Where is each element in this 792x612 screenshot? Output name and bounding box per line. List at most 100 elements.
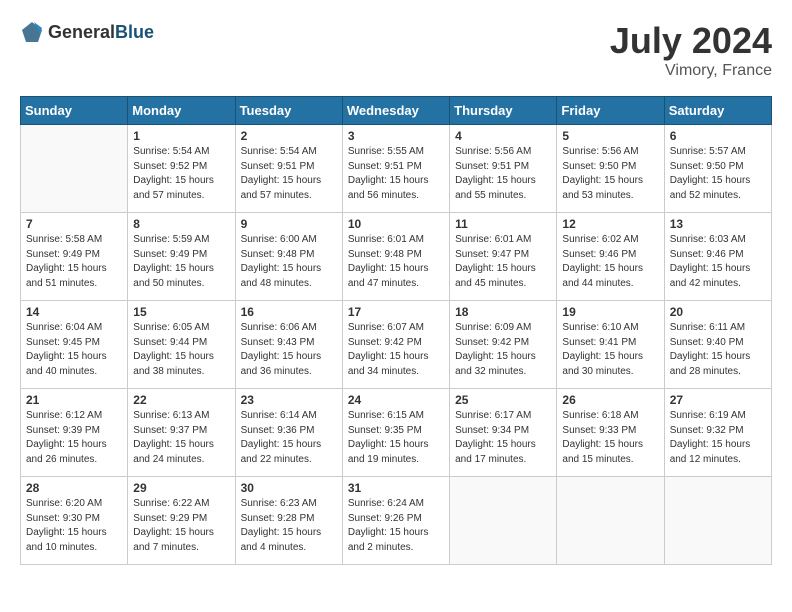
day-info: Sunrise: 6:19 AM Sunset: 9:32 PM Dayligh…	[670, 409, 766, 467]
weekday-header: Tuesday	[235, 97, 342, 125]
day-info: Sunrise: 6:05 AM Sunset: 9:44 PM Dayligh…	[133, 321, 229, 379]
day-number: 1	[133, 129, 229, 143]
calendar-cell	[557, 477, 664, 565]
day-number: 27	[670, 393, 766, 407]
day-info: Sunrise: 5:57 AM Sunset: 9:50 PM Dayligh…	[670, 145, 766, 203]
day-info: Sunrise: 6:06 AM Sunset: 9:43 PM Dayligh…	[241, 321, 337, 379]
day-number: 25	[455, 393, 551, 407]
day-info: Sunrise: 6:24 AM Sunset: 9:26 PM Dayligh…	[348, 497, 444, 555]
day-info: Sunrise: 5:54 AM Sunset: 9:52 PM Dayligh…	[133, 145, 229, 203]
logo: GeneralBlue	[20, 20, 154, 44]
calendar-week-row: 7 Sunrise: 5:58 AM Sunset: 9:49 PM Dayli…	[21, 213, 772, 301]
calendar-cell: 10 Sunrise: 6:01 AM Sunset: 9:48 PM Dayl…	[342, 213, 449, 301]
day-number: 7	[26, 217, 122, 231]
day-info: Sunrise: 6:18 AM Sunset: 9:33 PM Dayligh…	[562, 409, 658, 467]
calendar-cell: 23 Sunrise: 6:14 AM Sunset: 9:36 PM Dayl…	[235, 389, 342, 477]
day-number: 15	[133, 305, 229, 319]
calendar-cell: 1 Sunrise: 5:54 AM Sunset: 9:52 PM Dayli…	[128, 125, 235, 213]
weekday-header: Friday	[557, 97, 664, 125]
day-info: Sunrise: 6:07 AM Sunset: 9:42 PM Dayligh…	[348, 321, 444, 379]
day-info: Sunrise: 6:00 AM Sunset: 9:48 PM Dayligh…	[241, 233, 337, 291]
day-number: 8	[133, 217, 229, 231]
calendar-week-row: 21 Sunrise: 6:12 AM Sunset: 9:39 PM Dayl…	[21, 389, 772, 477]
calendar-cell: 11 Sunrise: 6:01 AM Sunset: 9:47 PM Dayl…	[450, 213, 557, 301]
calendar-week-row: 28 Sunrise: 6:20 AM Sunset: 9:30 PM Dayl…	[21, 477, 772, 565]
day-number: 26	[562, 393, 658, 407]
day-number: 2	[241, 129, 337, 143]
calendar-cell	[450, 477, 557, 565]
weekday-header: Saturday	[664, 97, 771, 125]
calendar-cell: 7 Sunrise: 5:58 AM Sunset: 9:49 PM Dayli…	[21, 213, 128, 301]
day-number: 5	[562, 129, 658, 143]
calendar-cell: 29 Sunrise: 6:22 AM Sunset: 9:29 PM Dayl…	[128, 477, 235, 565]
calendar-cell: 19 Sunrise: 6:10 AM Sunset: 9:41 PM Dayl…	[557, 301, 664, 389]
calendar-cell: 27 Sunrise: 6:19 AM Sunset: 9:32 PM Dayl…	[664, 389, 771, 477]
day-number: 22	[133, 393, 229, 407]
calendar-cell: 18 Sunrise: 6:09 AM Sunset: 9:42 PM Dayl…	[450, 301, 557, 389]
calendar-table: SundayMondayTuesdayWednesdayThursdayFrid…	[20, 96, 772, 565]
day-number: 19	[562, 305, 658, 319]
logo-blue: Blue	[115, 22, 154, 42]
day-number: 14	[26, 305, 122, 319]
weekday-header: Wednesday	[342, 97, 449, 125]
day-number: 30	[241, 481, 337, 495]
day-info: Sunrise: 6:09 AM Sunset: 9:42 PM Dayligh…	[455, 321, 551, 379]
day-info: Sunrise: 5:54 AM Sunset: 9:51 PM Dayligh…	[241, 145, 337, 203]
day-number: 10	[348, 217, 444, 231]
calendar-cell: 21 Sunrise: 6:12 AM Sunset: 9:39 PM Dayl…	[21, 389, 128, 477]
day-number: 16	[241, 305, 337, 319]
day-info: Sunrise: 5:56 AM Sunset: 9:50 PM Dayligh…	[562, 145, 658, 203]
calendar-cell: 9 Sunrise: 6:00 AM Sunset: 9:48 PM Dayli…	[235, 213, 342, 301]
logo-general: General	[48, 22, 115, 42]
calendar-cell: 4 Sunrise: 5:56 AM Sunset: 9:51 PM Dayli…	[450, 125, 557, 213]
day-number: 21	[26, 393, 122, 407]
day-number: 3	[348, 129, 444, 143]
day-info: Sunrise: 5:56 AM Sunset: 9:51 PM Dayligh…	[455, 145, 551, 203]
day-number: 20	[670, 305, 766, 319]
calendar-cell: 12 Sunrise: 6:02 AM Sunset: 9:46 PM Dayl…	[557, 213, 664, 301]
title-block: July 2024 Vimory, France	[610, 20, 772, 80]
weekday-header-row: SundayMondayTuesdayWednesdayThursdayFrid…	[21, 97, 772, 125]
day-info: Sunrise: 6:04 AM Sunset: 9:45 PM Dayligh…	[26, 321, 122, 379]
day-info: Sunrise: 6:02 AM Sunset: 9:46 PM Dayligh…	[562, 233, 658, 291]
calendar-cell: 30 Sunrise: 6:23 AM Sunset: 9:28 PM Dayl…	[235, 477, 342, 565]
day-info: Sunrise: 5:58 AM Sunset: 9:49 PM Dayligh…	[26, 233, 122, 291]
calendar-cell: 17 Sunrise: 6:07 AM Sunset: 9:42 PM Dayl…	[342, 301, 449, 389]
day-info: Sunrise: 6:20 AM Sunset: 9:30 PM Dayligh…	[26, 497, 122, 555]
day-number: 6	[670, 129, 766, 143]
day-info: Sunrise: 5:55 AM Sunset: 9:51 PM Dayligh…	[348, 145, 444, 203]
weekday-header: Monday	[128, 97, 235, 125]
calendar-cell: 5 Sunrise: 5:56 AM Sunset: 9:50 PM Dayli…	[557, 125, 664, 213]
day-info: Sunrise: 6:23 AM Sunset: 9:28 PM Dayligh…	[241, 497, 337, 555]
calendar-cell: 28 Sunrise: 6:20 AM Sunset: 9:30 PM Dayl…	[21, 477, 128, 565]
calendar-cell: 14 Sunrise: 6:04 AM Sunset: 9:45 PM Dayl…	[21, 301, 128, 389]
calendar-cell	[664, 477, 771, 565]
calendar-week-row: 14 Sunrise: 6:04 AM Sunset: 9:45 PM Dayl…	[21, 301, 772, 389]
calendar-cell: 20 Sunrise: 6:11 AM Sunset: 9:40 PM Dayl…	[664, 301, 771, 389]
day-info: Sunrise: 6:12 AM Sunset: 9:39 PM Dayligh…	[26, 409, 122, 467]
calendar-cell: 25 Sunrise: 6:17 AM Sunset: 9:34 PM Dayl…	[450, 389, 557, 477]
day-number: 24	[348, 393, 444, 407]
day-info: Sunrise: 6:11 AM Sunset: 9:40 PM Dayligh…	[670, 321, 766, 379]
month-year: July 2024	[610, 20, 772, 62]
day-info: Sunrise: 6:10 AM Sunset: 9:41 PM Dayligh…	[562, 321, 658, 379]
day-number: 12	[562, 217, 658, 231]
day-info: Sunrise: 6:01 AM Sunset: 9:48 PM Dayligh…	[348, 233, 444, 291]
calendar-cell: 8 Sunrise: 5:59 AM Sunset: 9:49 PM Dayli…	[128, 213, 235, 301]
day-number: 13	[670, 217, 766, 231]
calendar-cell: 6 Sunrise: 5:57 AM Sunset: 9:50 PM Dayli…	[664, 125, 771, 213]
day-number: 17	[348, 305, 444, 319]
day-number: 28	[26, 481, 122, 495]
day-info: Sunrise: 6:13 AM Sunset: 9:37 PM Dayligh…	[133, 409, 229, 467]
day-number: 18	[455, 305, 551, 319]
calendar-cell: 31 Sunrise: 6:24 AM Sunset: 9:26 PM Dayl…	[342, 477, 449, 565]
calendar-week-row: 1 Sunrise: 5:54 AM Sunset: 9:52 PM Dayli…	[21, 125, 772, 213]
calendar-cell: 15 Sunrise: 6:05 AM Sunset: 9:44 PM Dayl…	[128, 301, 235, 389]
calendar-cell: 24 Sunrise: 6:15 AM Sunset: 9:35 PM Dayl…	[342, 389, 449, 477]
day-info: Sunrise: 6:15 AM Sunset: 9:35 PM Dayligh…	[348, 409, 444, 467]
day-info: Sunrise: 6:22 AM Sunset: 9:29 PM Dayligh…	[133, 497, 229, 555]
day-info: Sunrise: 6:03 AM Sunset: 9:46 PM Dayligh…	[670, 233, 766, 291]
day-number: 31	[348, 481, 444, 495]
calendar-cell: 3 Sunrise: 5:55 AM Sunset: 9:51 PM Dayli…	[342, 125, 449, 213]
day-number: 29	[133, 481, 229, 495]
